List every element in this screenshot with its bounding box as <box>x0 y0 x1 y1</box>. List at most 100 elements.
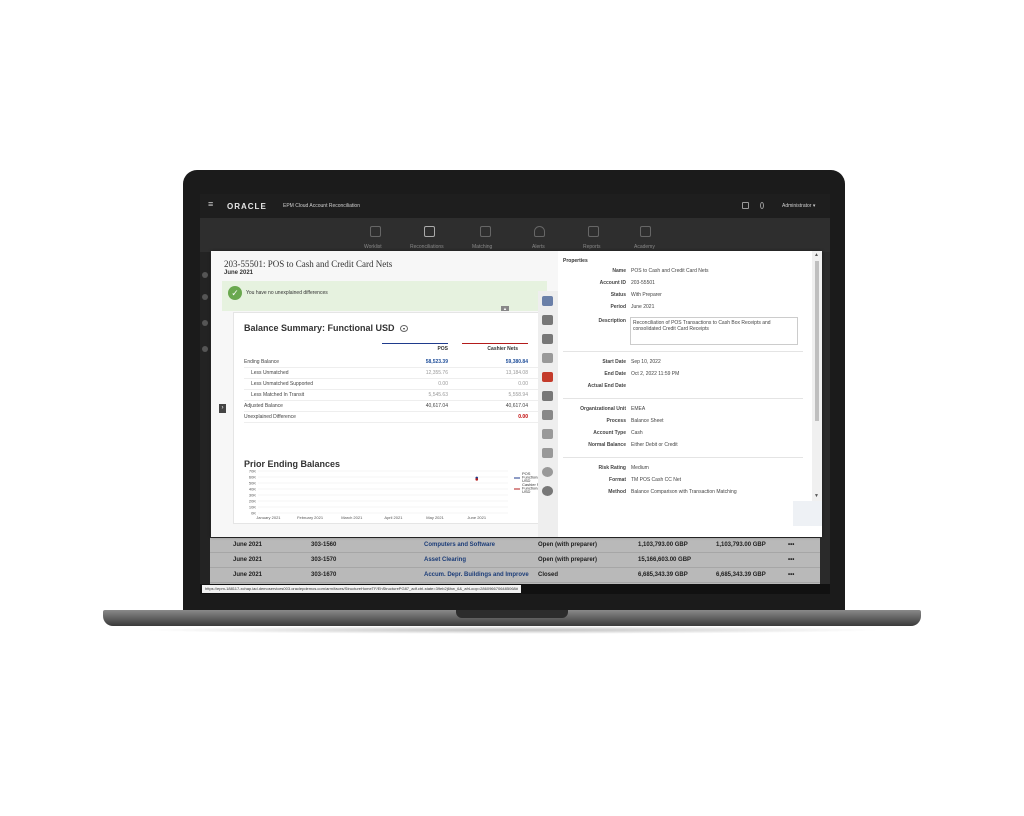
reconciliations-icon[interactable] <box>424 226 435 237</box>
cashier-column-header: Cashier Nets <box>487 346 518 352</box>
property-label: Account ID <box>599 280 626 286</box>
property-value: 203-55501 <box>631 280 655 286</box>
row-period: June 2021 <box>233 557 263 563</box>
question-icon[interactable] <box>542 410 553 420</box>
x-tick-label: June 2021 <box>467 515 486 520</box>
property-value: Medium <box>631 465 649 471</box>
nav-matching-label: Matching <box>472 244 493 250</box>
description-field[interactable]: Reconciliation of POS Transactions to Ca… <box>630 317 798 345</box>
row-status: Closed <box>538 572 559 578</box>
row-period: June 2021 <box>233 542 263 548</box>
divider <box>563 351 803 352</box>
academy-icon[interactable] <box>640 226 651 237</box>
property-label: Process <box>606 418 626 424</box>
home-icon[interactable] <box>742 202 749 209</box>
row-amount: 1,103,793.00 GBP <box>638 542 688 548</box>
warning-icon[interactable] <box>542 372 553 382</box>
menu-icon[interactable]: ≡ <box>208 200 215 209</box>
row-status: Open (with preparer) <box>538 542 598 548</box>
collapse-icon[interactable]: ▲ <box>501 306 509 311</box>
property-value: TM POS Cash CC Net <box>631 477 682 483</box>
summary-pane: 203-55501: POS to Cash and Credit Card N… <box>211 251 558 537</box>
pane-corner <box>793 501 822 526</box>
properties-scrollbar[interactable]: ▲ ▼ <box>812 251 822 501</box>
row-name-link[interactable]: Computers and Software <box>424 542 495 548</box>
reports-icon[interactable] <box>588 226 599 237</box>
status-url: https://epm-188117-xchap.iad.demoservice… <box>202 585 521 593</box>
nav-reconciliations-label: Reconciliations <box>410 244 444 250</box>
pos-value: 0.00 <box>438 381 448 387</box>
document-icon[interactable] <box>542 315 553 325</box>
property-label: Name <box>612 268 626 274</box>
side-toolbar <box>538 291 558 537</box>
history-icon[interactable] <box>542 486 553 496</box>
cashier-column-rule <box>462 343 528 344</box>
rail-home-icon[interactable] <box>202 272 208 278</box>
laptop-shadow <box>140 626 884 634</box>
row-name-link[interactable]: Asset Clearing <box>424 557 466 563</box>
y-tick-label: 40K <box>249 487 256 492</box>
cashier-value: 5,558.94 <box>508 392 528 398</box>
y-tick-label: 20K <box>249 499 256 504</box>
property-label: Start Date <box>602 359 626 365</box>
comment-icon[interactable] <box>542 448 553 458</box>
x-tick-label: May 2021 <box>426 515 444 520</box>
property-value: With Preparer <box>631 292 662 298</box>
cashier-value: 0.00 <box>518 381 528 387</box>
property-value: EMEA <box>631 406 646 412</box>
expand-left-icon[interactable]: › <box>219 404 226 413</box>
row-period: June 2021 <box>233 572 263 578</box>
rail-filter-icon[interactable] <box>202 294 208 300</box>
property-label: Method <box>608 489 626 495</box>
list-icon[interactable] <box>542 296 553 306</box>
row-more-button[interactable]: ••• <box>788 572 794 578</box>
reconciliation-list: June 2021 303-1560 Computers and Softwar… <box>210 538 820 584</box>
refresh-icon[interactable] <box>542 467 553 477</box>
row-more-button[interactable]: ••• <box>788 557 794 563</box>
row-amount: 15,166,603.00 GBP <box>638 557 692 563</box>
grid-icon[interactable] <box>542 391 553 401</box>
alerts-icon[interactable] <box>534 226 545 237</box>
status-bar: https://epm-188117-xchap.iad.demoservice… <box>200 584 830 594</box>
property-value: POS to Cash and Credit Card Nets <box>631 268 709 274</box>
cashier-value-link[interactable]: 59,380.84 <box>462 359 528 365</box>
matching-icon[interactable] <box>480 226 491 237</box>
nav-worklist-label: Worklist <box>364 244 382 250</box>
divider <box>563 398 803 399</box>
currency-dropdown-icon[interactable]: ▾ <box>400 325 408 332</box>
property-label: Status <box>610 292 626 298</box>
attachment-icon[interactable] <box>542 429 553 439</box>
rail-view-icon[interactable] <box>202 320 208 326</box>
prior-balances-chart: 0K10K20K30K40K50K60K70KJanuary 2021 Febru… <box>249 469 545 520</box>
property-label: Actual End Date <box>587 383 626 389</box>
accessibility-icon[interactable] <box>760 202 764 209</box>
property-label: Period <box>610 304 626 310</box>
rail-settings-icon[interactable] <box>202 346 208 352</box>
pos-column-header: POS <box>437 346 448 352</box>
property-value: Sep 10, 2022 <box>631 359 661 365</box>
row-name-link[interactable]: Accum. Depr. Buildings and Improve <box>424 572 529 578</box>
scroll-up-icon[interactable]: ▲ <box>814 252 819 258</box>
row-label: Adjusted Balance <box>244 403 283 409</box>
cashier-value: 13,184.08 <box>505 370 528 376</box>
table-row[interactable]: June 2021 303-1670 Accum. Depr. Building… <box>210 568 820 583</box>
row-status: Open (with preparer) <box>538 557 598 563</box>
unexplained-difference-value: 0.00 <box>518 414 528 420</box>
table-row[interactable]: June 2021 303-1570 Asset Clearing Open (… <box>210 553 820 568</box>
scroll-thumb[interactable] <box>815 261 819 421</box>
balance-row: Adjusted Balance 40,617.04 40,617.04 <box>244 401 544 412</box>
worklist-icon[interactable] <box>370 226 381 237</box>
people-icon[interactable] <box>542 353 553 363</box>
scroll-down-icon[interactable]: ▼ <box>814 493 819 499</box>
x-tick-label: March 2021 <box>341 515 363 520</box>
balance-row: Unexplained Difference 0.00 <box>244 412 544 423</box>
row-label: Less Unmatched <box>251 370 289 376</box>
play-icon[interactable] <box>542 334 553 344</box>
balance-summary-panel: Balance Summary: Functional USD ▾ POS Ca… <box>233 312 558 524</box>
property-label: Account Type <box>593 430 626 436</box>
table-row[interactable]: June 2021 303-1560 Computers and Softwar… <box>210 538 820 553</box>
row-more-button[interactable]: ••• <box>788 542 794 548</box>
pos-value-link[interactable]: 58,523.39 <box>382 359 448 365</box>
property-label: Organizational Unit <box>580 406 626 412</box>
user-menu[interactable]: Administrator ▾ <box>782 203 815 209</box>
